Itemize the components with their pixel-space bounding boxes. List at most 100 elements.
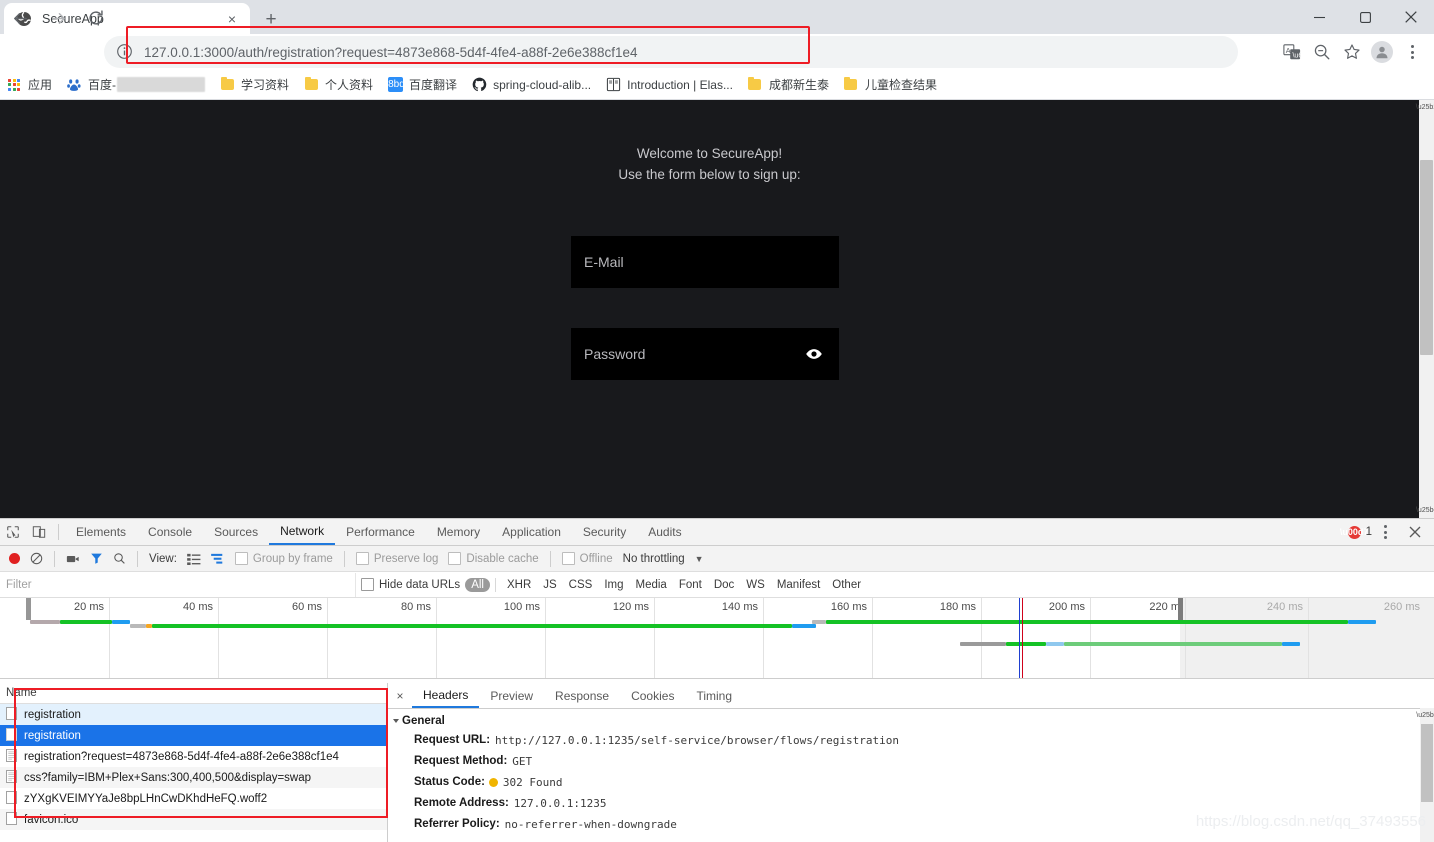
table-row[interactable]: registration	[0, 725, 387, 746]
record-button[interactable]	[4, 547, 25, 571]
offline-checkbox[interactable]: Offline	[557, 547, 618, 571]
clear-button[interactable]	[25, 547, 48, 571]
translate-icon[interactable]: A\u6587	[1278, 38, 1306, 66]
disable-cache-checkbox[interactable]: Disable cache	[443, 547, 543, 571]
filter-type-js[interactable]: JS	[537, 578, 562, 592]
reload-icon[interactable]	[82, 4, 110, 32]
timeline-right-handle[interactable]	[1178, 598, 1183, 620]
scroll-down-arrow-icon[interactable]: \u25bc	[1419, 503, 1434, 518]
tab-response[interactable]: Response	[544, 684, 620, 708]
throttling-select[interactable]: No throttling	[618, 547, 690, 571]
close-icon[interactable]	[1388, 0, 1434, 34]
tab-network[interactable]: Network	[269, 520, 335, 545]
device-toolbar-icon[interactable]	[26, 520, 52, 544]
close-devtools-icon[interactable]	[1402, 520, 1428, 544]
chrome-menu-icon[interactable]	[1398, 38, 1426, 66]
scroll-up-arrow-icon[interactable]: \u25b2	[1419, 100, 1434, 115]
hide-data-urls-checkbox[interactable]: Hide data URLs	[356, 573, 465, 597]
bookmark-star-icon[interactable]	[1338, 38, 1366, 66]
password-field[interactable]: Password	[571, 328, 839, 380]
filter-type-font[interactable]: Font	[673, 578, 708, 592]
error-badge[interactable]: \u00d7 1	[1348, 519, 1372, 545]
bookmark-personal-data[interactable]: 个人资料	[297, 73, 379, 97]
email-field[interactable]: E-Mail	[571, 236, 839, 288]
network-overview-timeline[interactable]: 20 ms 40 ms 60 ms 80 ms 100 ms 120 ms 14…	[0, 598, 1434, 679]
eye-icon[interactable]	[805, 345, 823, 363]
bookmark-study-materials[interactable]: 学习资料	[213, 73, 295, 97]
zoom-out-icon[interactable]	[1308, 38, 1336, 66]
bookmark-baidu-translate[interactable]: \u8bd1 百度翻译	[381, 73, 463, 97]
table-row[interactable]: favicon.ico	[0, 809, 387, 830]
bookmark-chengdu-xinshengtai[interactable]: 成都新生泰	[741, 73, 835, 97]
filter-input[interactable]: Filter	[0, 573, 356, 597]
back-arrow-icon[interactable]	[6, 4, 34, 32]
filter-type-xhr[interactable]: XHR	[501, 578, 537, 592]
header-key: Status Code:	[414, 774, 485, 791]
browser-tab[interactable]: SecureApp ×	[4, 3, 250, 34]
checkbox[interactable]	[356, 552, 369, 565]
preserve-log-checkbox[interactable]: Preserve log	[351, 547, 444, 571]
scroll-up-arrow-icon[interactable]: \u25b2	[1420, 708, 1434, 722]
tab-headers[interactable]: Headers	[412, 684, 479, 708]
general-section-header[interactable]: General	[388, 709, 1434, 730]
profile-avatar-icon[interactable]	[1368, 38, 1396, 66]
new-tab-button[interactable]: +	[258, 6, 284, 32]
table-row[interactable]: zYXgKVEIMYYaJe8bpLHnCwDKhdHeFQ.woff2	[0, 788, 387, 809]
filter-toggle-button[interactable]	[85, 547, 108, 571]
close-details-icon[interactable]: ×	[388, 684, 412, 708]
group-by-frame-checkbox[interactable]: Group by frame	[230, 547, 338, 571]
tab-preview[interactable]: Preview	[479, 684, 544, 708]
maximize-icon[interactable]	[1342, 0, 1388, 34]
tab-memory[interactable]: Memory	[426, 520, 491, 545]
header-value: no-referrer-when-downgrade	[505, 816, 677, 833]
address-bar[interactable]: 127.0.0.1:3000/auth/registration?request…	[104, 36, 1238, 68]
filter-type-css[interactable]: CSS	[563, 578, 599, 592]
waterfall-view-button[interactable]	[206, 547, 230, 571]
tab-security[interactable]: Security	[572, 520, 637, 545]
tab-application[interactable]: Application	[491, 520, 572, 545]
timeline-left-handle[interactable]	[26, 598, 31, 620]
filter-type-ws[interactable]: WS	[740, 578, 771, 592]
tab-console[interactable]: Console	[137, 520, 203, 545]
list-view-button[interactable]	[182, 547, 206, 571]
bookmark-baidu[interactable]: 百度-	[60, 73, 211, 97]
filter-type-all[interactable]: All	[465, 578, 490, 592]
table-row[interactable]: registration	[0, 704, 387, 725]
table-row[interactable]: css?family=IBM+Plex+Sans:300,400,500&dis…	[0, 767, 387, 788]
checkbox[interactable]	[361, 578, 374, 591]
search-button[interactable]	[108, 547, 131, 571]
bookmark-elastic-introduction[interactable]: Introduction | Elas...	[599, 73, 739, 97]
tab-performance[interactable]: Performance	[335, 520, 426, 545]
filter-type-manifest[interactable]: Manifest	[771, 578, 826, 592]
timeline-tick: 120 ms	[613, 601, 654, 613]
tab-elements[interactable]: Elements	[65, 520, 137, 545]
checkbox[interactable]	[448, 552, 461, 565]
bookmark-apps[interactable]: 应用	[0, 73, 58, 97]
tab-cookies[interactable]: Cookies	[620, 684, 685, 708]
tab-sources[interactable]: Sources	[203, 520, 269, 545]
checkbox[interactable]	[562, 552, 575, 565]
preserve-log-label: Preserve log	[374, 553, 439, 565]
header-key: Request URL:	[414, 732, 490, 749]
checkbox[interactable]	[235, 552, 248, 565]
capture-screenshots-button[interactable]	[61, 547, 85, 571]
tab-close-icon[interactable]: ×	[222, 9, 242, 29]
filter-type-doc[interactable]: Doc	[708, 578, 740, 592]
table-row[interactable]: registration?request=4873e868-5d4f-4fe4-…	[0, 746, 387, 767]
more-options-icon[interactable]	[1372, 520, 1398, 544]
minimize-icon[interactable]	[1296, 0, 1342, 34]
tab-audits[interactable]: Audits	[637, 520, 692, 545]
bookmark-spring-cloud-alibaba[interactable]: spring-cloud-alib...	[465, 73, 597, 97]
filter-type-img[interactable]: Img	[598, 578, 629, 592]
inspect-element-icon[interactable]	[0, 520, 26, 544]
forward-arrow-icon[interactable]	[44, 4, 72, 32]
tab-timing[interactable]: Timing	[685, 684, 743, 708]
scrollbar-thumb[interactable]	[1421, 724, 1433, 802]
page-scrollbar[interactable]: \u25b2 \u25bc	[1419, 100, 1434, 518]
filter-type-media[interactable]: Media	[630, 578, 673, 592]
filter-type-other[interactable]: Other	[826, 578, 867, 592]
scrollbar-thumb[interactable]	[1420, 160, 1433, 355]
chevron-down-icon[interactable]: ▼	[690, 547, 709, 571]
info-circle-icon[interactable]	[116, 43, 134, 61]
bookmark-child-exam-results[interactable]: 儿童检查结果	[837, 73, 943, 97]
